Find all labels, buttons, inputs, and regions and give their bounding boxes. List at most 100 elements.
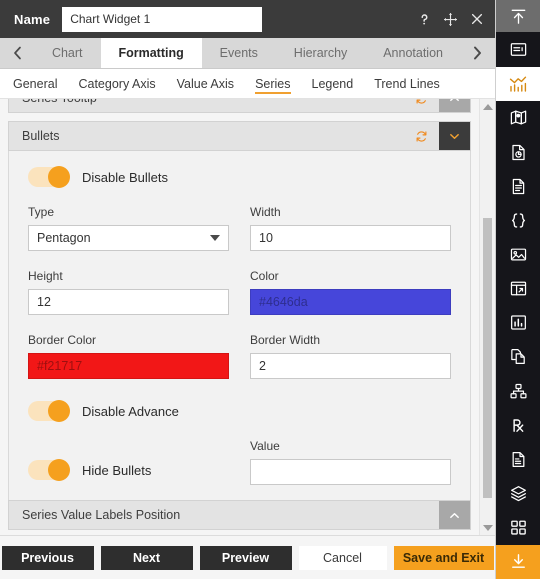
report-page-icon[interactable] (496, 135, 540, 169)
disable-advance-toggle[interactable] (28, 400, 70, 422)
type-label: Type (28, 205, 55, 219)
accordion-header[interactable]: Bullets (8, 121, 471, 151)
settings-body: Series Tooltip (0, 99, 495, 535)
layers-icon[interactable] (496, 476, 540, 510)
copy-pages-icon[interactable] (496, 340, 540, 374)
chevron-up-icon[interactable] (439, 99, 470, 112)
tab-annotation[interactable]: Annotation (365, 38, 461, 68)
color-swatch-input[interactable]: #4646da (250, 289, 451, 315)
accordion-series-tooltip[interactable]: Series Tooltip (8, 99, 471, 113)
next-button[interactable]: Next (100, 545, 193, 570)
chevron-left-icon[interactable] (0, 38, 34, 68)
caret-down-icon (210, 235, 220, 241)
accordion-series-value-labels: Series Value Labels Position (8, 500, 471, 530)
type-select[interactable]: Pentagon (28, 225, 229, 251)
tri-up-shape (482, 103, 493, 110)
prescription-icon[interactable] (496, 408, 540, 442)
height-input[interactable] (28, 289, 229, 315)
grid-blocks-icon[interactable] (496, 511, 540, 545)
document-icon[interactable] (496, 169, 540, 203)
chart-icon[interactable] (496, 66, 540, 101)
bullets-field-grid: Type Pentagon Width 10 Height 12 Color #… (28, 187, 451, 379)
accordion-header[interactable]: Series Tooltip (8, 99, 471, 113)
hierarchy-icon[interactable] (496, 374, 540, 408)
footer-actions: Previous Next Preview Cancel Save and Ex… (0, 535, 495, 579)
main-tab-bar: Chart Formatting Events Hierarchy Annota… (0, 38, 495, 69)
download-icon[interactable] (496, 544, 540, 579)
vertical-scrollbar[interactable] (479, 99, 495, 535)
move-cross-icon[interactable] (442, 11, 459, 28)
subtab-label: Trend Lines (374, 76, 440, 91)
border-color-value: #f21717 (37, 359, 83, 373)
border-color-label: Border Color (28, 333, 97, 347)
subtab-series[interactable]: Series (255, 69, 291, 98)
value-input[interactable] (250, 459, 451, 485)
subtab-general[interactable]: General (13, 69, 57, 98)
subtab-value-axis[interactable]: Value Axis (177, 69, 234, 98)
height-label: Height (28, 269, 63, 283)
hide-bullets-grid: Hide Bullets Value (28, 421, 451, 485)
refresh-icon[interactable] (415, 99, 439, 105)
cancel-button[interactable]: Cancel (298, 545, 387, 570)
accordion-list: Series Tooltip (8, 99, 471, 535)
subtab-trend-lines[interactable]: Trend Lines (374, 69, 440, 98)
save-and-exit-button[interactable]: Save and Exit (393, 545, 494, 570)
widget-panel-icon[interactable] (496, 32, 540, 66)
chevron-right-icon[interactable] (461, 38, 495, 68)
collapse-up-icon[interactable] (496, 0, 540, 33)
chevron-down-icon[interactable] (439, 122, 470, 150)
accordion-header[interactable]: Series Value Labels Position (8, 500, 471, 530)
subtab-label: Value Axis (176, 76, 235, 91)
form-document-icon[interactable] (496, 442, 540, 476)
question-mark-icon[interactable] (416, 11, 433, 28)
title-bar: Name (0, 0, 495, 38)
sub-tab-bar: General Category Axis Value Axis Series … (0, 69, 495, 99)
border-width-input[interactable] (250, 353, 451, 379)
border-width-label: Border Width (250, 333, 321, 347)
tab-hierarchy[interactable]: Hierarchy (276, 38, 365, 68)
tab-label: Events (219, 46, 258, 60)
disable-bullets-row: Disable Bullets (28, 166, 451, 188)
color-label: Color (250, 269, 279, 283)
map-icon[interactable] (496, 101, 540, 135)
scrollbar-thumb[interactable] (483, 218, 492, 498)
refresh-icon[interactable] (415, 130, 439, 143)
value-label: Value (250, 439, 280, 453)
border-color-field: Border Color #f21717 (28, 333, 229, 379)
color-value: #4646da (259, 295, 308, 309)
disable-advance-row: Disable Advance (28, 400, 451, 422)
image-icon[interactable] (496, 237, 540, 271)
close-x-icon[interactable] (468, 11, 485, 28)
bar-chart-icon[interactable] (496, 306, 540, 340)
tri-down-shape (482, 524, 493, 531)
width-label: Width (250, 205, 281, 219)
title-bar-actions (416, 11, 485, 28)
tab-chart[interactable]: Chart (34, 38, 101, 68)
tab-label: Chart (51, 46, 83, 60)
border-color-swatch-input[interactable]: #f21717 (28, 353, 229, 379)
tab-events[interactable]: Events (202, 38, 276, 68)
accordion-title: Series Tooltip (22, 99, 97, 105)
triangle-down-icon[interactable] (480, 520, 495, 535)
subtab-legend[interactable]: Legend (312, 69, 354, 98)
widget-name-input[interactable] (62, 6, 263, 32)
type-value: Pentagon (37, 231, 91, 245)
subtab-category-axis[interactable]: Category Axis (78, 69, 155, 98)
width-input[interactable] (250, 225, 451, 251)
preview-button[interactable]: Preview (199, 545, 292, 570)
dashboard-icon[interactable] (496, 272, 540, 306)
tab-label: Formatting (118, 46, 184, 60)
widget-editor-window: Name Chart Widget 1 Chart Formatting Eve… (0, 0, 540, 579)
tab-formatting[interactable]: Formatting (100, 38, 202, 68)
previous-button[interactable]: Previous (1, 545, 94, 570)
accordion-title: Bullets (22, 129, 60, 143)
triangle-up-icon[interactable] (480, 99, 495, 114)
chevron-up-icon[interactable] (439, 501, 470, 529)
hide-bullets-toggle[interactable] (28, 459, 70, 481)
editor-panel: Name Chart Widget 1 Chart Formatting Eve… (0, 0, 496, 579)
toggle-knob (48, 166, 70, 188)
disable-bullets-toggle[interactable] (28, 166, 70, 188)
value-field: Value (250, 439, 451, 485)
scrollbar-track[interactable] (483, 114, 492, 520)
code-braces-icon[interactable] (496, 203, 540, 237)
